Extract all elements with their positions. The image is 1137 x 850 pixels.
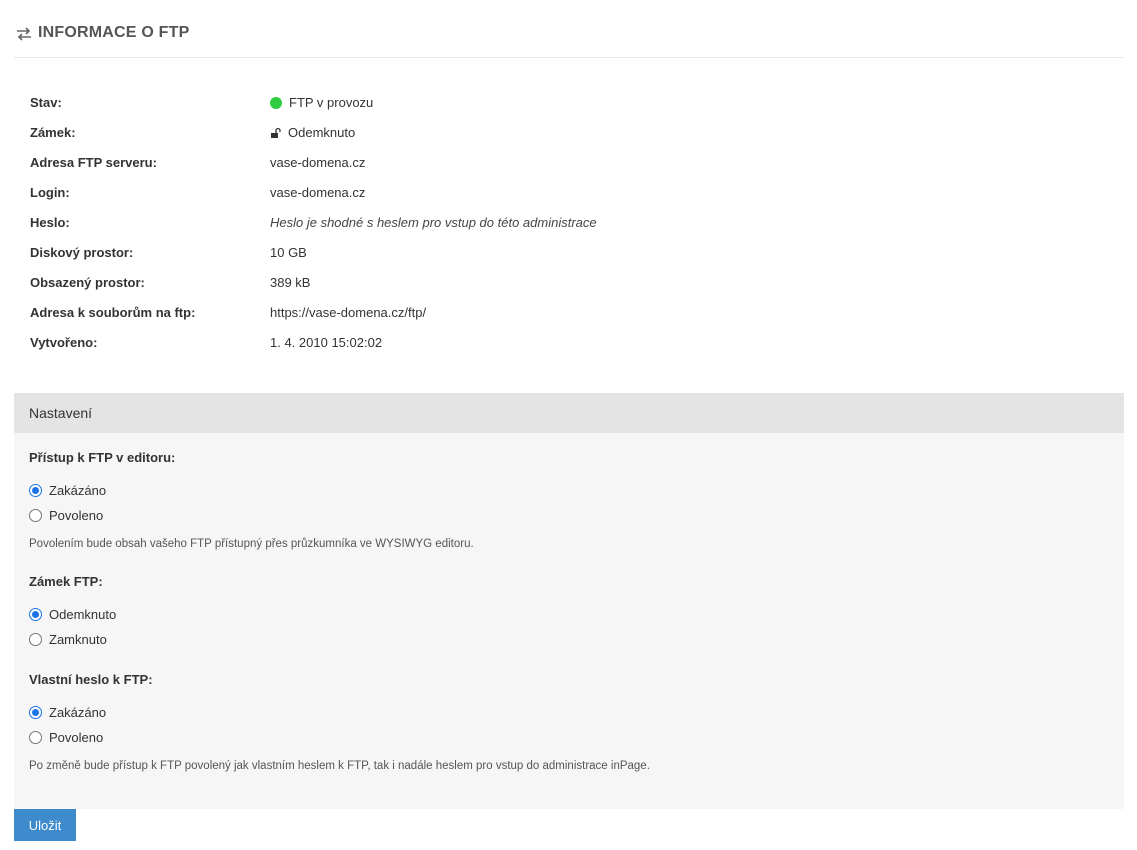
info-label: Stav:: [30, 95, 62, 110]
info-label: Login:: [30, 185, 70, 200]
status-ok-icon: [270, 96, 282, 109]
save-button[interactable]: Uložit: [14, 809, 76, 841]
lock-text: Odemknuto: [288, 125, 356, 140]
ftp-info-table: Stav: FTP v provozu Zámek: Odemknuto Adr…: [30, 88, 1110, 358]
info-label: Adresa FTP serveru:: [30, 155, 157, 170]
own-password-hint: Po změně bude přístup k FTP povolený jak…: [29, 760, 650, 772]
radio-label: Zakázáno: [49, 705, 107, 720]
info-label: Obsazený prostor:: [30, 275, 145, 290]
info-row-server: Adresa FTP serveru: vase-domena.cz: [30, 148, 1110, 178]
editor-access-option-disabled[interactable]: Zakázáno: [29, 483, 106, 498]
lock-option-unlocked[interactable]: Odemknuto: [29, 607, 116, 622]
transfer-arrows-icon: [16, 26, 32, 42]
info-row-used-space: Obsazený prostor: 389 kB: [30, 268, 1110, 298]
info-row-password: Heslo: Heslo je shodné s heslem pro vstu…: [30, 208, 1110, 238]
info-label: Adresa k souborům na ftp:: [30, 305, 196, 320]
lock-title: Zámek FTP:: [29, 574, 103, 589]
radio-label: Odemknuto: [49, 607, 117, 622]
info-row-disk-space: Diskový prostor: 10 GB: [30, 238, 1110, 268]
radio-button[interactable]: [29, 608, 42, 621]
settings-panel: Nastavení Přístup k FTP v editoru: Zakáz…: [14, 393, 1124, 809]
info-row-created: Vytvořeno: 1. 4. 2010 15:02:02: [30, 328, 1110, 358]
lock-option-locked[interactable]: Zamknuto: [29, 632, 107, 647]
info-label: Diskový prostor:: [30, 245, 134, 260]
info-value: Heslo je shodné s heslem pro vstup do té…: [270, 215, 597, 230]
editor-access-hint: Povolením bude obsah vašeho FTP přístupn…: [29, 538, 474, 550]
info-value: vase-domena.cz: [270, 155, 366, 170]
info-row-login: Login: vase-domena.cz: [30, 178, 1110, 208]
radio-button[interactable]: [29, 484, 42, 497]
radio-button[interactable]: [29, 706, 42, 719]
info-value: vase-domena.cz: [270, 185, 366, 200]
info-label: Vytvořeno:: [30, 335, 98, 350]
info-value: https://vase-domena.cz/ftp/: [270, 305, 427, 320]
own-password-option-enabled[interactable]: Povoleno: [29, 730, 103, 745]
info-value: 10 GB: [270, 245, 307, 260]
info-row-lock: Zámek: Odemknuto: [30, 118, 1110, 148]
radio-label: Zamknuto: [49, 632, 107, 647]
settings-title: Nastavení: [14, 393, 1124, 433]
status-text: FTP v provozu: [289, 95, 374, 110]
page-header: INFORMACE O FTP: [14, 0, 1124, 58]
info-value: 1. 4. 2010 15:02:02: [270, 335, 383, 350]
radio-button[interactable]: [29, 633, 42, 646]
radio-label: Zakázáno: [49, 483, 107, 498]
info-value: FTP v provozu: [270, 95, 373, 110]
info-label: Heslo:: [30, 215, 70, 230]
info-row-files-url: Adresa k souborům na ftp: https://vase-d…: [30, 298, 1110, 328]
info-value: 389 kB: [270, 275, 311, 290]
own-password-option-disabled[interactable]: Zakázáno: [29, 705, 106, 720]
info-row-status: Stav: FTP v provozu: [30, 88, 1110, 118]
own-password-title: Vlastní heslo k FTP:: [29, 672, 153, 687]
radio-label: Povoleno: [49, 508, 104, 523]
info-value: Odemknuto: [270, 125, 355, 140]
page-title: INFORMACE O FTP: [38, 24, 190, 41]
unlocked-icon: [270, 127, 282, 139]
radio-button[interactable]: [29, 509, 42, 522]
radio-button[interactable]: [29, 731, 42, 744]
info-label: Zámek:: [30, 125, 76, 140]
editor-access-option-enabled[interactable]: Povoleno: [29, 508, 103, 523]
radio-label: Povoleno: [49, 730, 104, 745]
editor-access-title: Přístup k FTP v editoru:: [29, 450, 176, 465]
